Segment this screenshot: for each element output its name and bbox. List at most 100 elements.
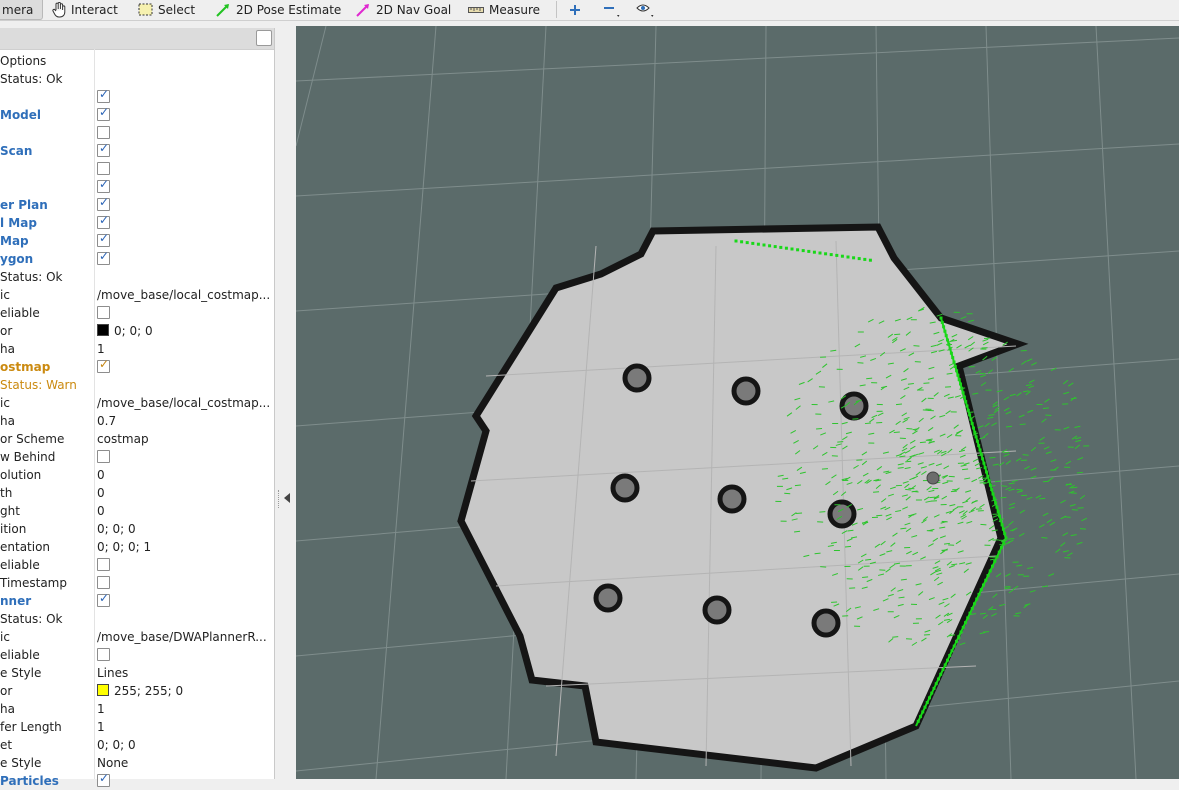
display-row-value[interactable]: 0: [97, 504, 105, 518]
display-checkbox[interactable]: [97, 774, 110, 787]
display-row[interactable]: ic/move_base/local_costmap...: [0, 394, 274, 412]
display-row[interactable]: th0: [0, 484, 274, 502]
display-checkbox[interactable]: [97, 648, 110, 661]
collapse-arrow-icon[interactable]: [284, 493, 290, 503]
display-checkbox[interactable]: [97, 108, 110, 121]
map-scene[interactable]: [296, 26, 1179, 779]
display-row[interactable]: Status: Ok: [0, 70, 274, 88]
display-row[interactable]: ic/move_base/local_costmap...: [0, 286, 274, 304]
display-row-value[interactable]: 1: [97, 720, 105, 734]
display-checkbox[interactable]: [97, 594, 110, 607]
particle-arrow: [997, 390, 1003, 392]
display-row[interactable]: Options: [0, 52, 274, 70]
display-checkbox[interactable]: [97, 216, 110, 229]
splitter-grip[interactable]: [278, 490, 281, 508]
display-row[interactable]: Map: [0, 232, 274, 250]
particle-arrow: [980, 613, 986, 614]
display-row[interactable]: Status: Ok: [0, 268, 274, 286]
display-row-value[interactable]: 1: [97, 342, 105, 356]
display-row-value[interactable]: /move_base/local_costmap...: [97, 396, 270, 410]
display-row[interactable]: ght0: [0, 502, 274, 520]
particle-arrow: [988, 415, 994, 416]
display-row[interactable]: eliable: [0, 646, 274, 664]
panel-splitter[interactable]: [275, 28, 296, 779]
display-row[interactable]: or0; 0; 0: [0, 322, 274, 340]
display-checkbox[interactable]: [97, 126, 110, 139]
display-row-value[interactable]: 0: [97, 468, 105, 482]
display-row-value[interactable]: None: [97, 756, 128, 770]
display-checkbox[interactable]: [97, 576, 110, 589]
display-row-value[interactable]: 0.7: [97, 414, 116, 428]
display-row-value[interactable]: costmap: [97, 432, 149, 446]
display-row[interactable]: [0, 124, 274, 142]
display-row[interactable]: or255; 255; 0: [0, 682, 274, 700]
display-row[interactable]: Particles: [0, 772, 274, 790]
display-checkbox[interactable]: [97, 360, 110, 373]
display-row[interactable]: Timestamp: [0, 574, 274, 592]
display-row[interactable]: l Map: [0, 214, 274, 232]
display-row[interactable]: ition0; 0; 0: [0, 520, 274, 538]
display-row[interactable]: eliable: [0, 556, 274, 574]
display-row[interactable]: w Behind: [0, 448, 274, 466]
display-row[interactable]: [0, 178, 274, 196]
display-row-value[interactable]: Lines: [97, 666, 128, 680]
display-row[interactable]: ygon: [0, 250, 274, 268]
display-row[interactable]: et0; 0; 0: [0, 736, 274, 754]
display-row-value[interactable]: 0; 0; 0: [97, 738, 136, 752]
hand-icon: [52, 2, 66, 18]
tool-2d-pose-estimate[interactable]: 2D Pose Estimate: [216, 0, 341, 19]
display-row-value[interactable]: 0; 0; 0; 1: [97, 540, 151, 554]
display-row[interactable]: ha0.7: [0, 412, 274, 430]
display-checkbox[interactable]: [97, 234, 110, 247]
display-color-value[interactable]: 255; 255; 0: [97, 684, 183, 698]
tool-measure[interactable]: Measure: [468, 0, 540, 19]
display-row[interactable]: olution0: [0, 466, 274, 484]
display-row-value[interactable]: 0; 0; 0: [97, 522, 136, 536]
display-checkbox[interactable]: [97, 450, 110, 463]
display-row[interactable]: entation0; 0; 0; 1: [0, 538, 274, 556]
display-checkbox[interactable]: [97, 252, 110, 265]
display-row[interactable]: ha1: [0, 340, 274, 358]
display-row-value[interactable]: 1: [97, 702, 105, 716]
render-view[interactable]: [296, 26, 1179, 779]
displays-tree: OptionsStatus: OkModelScaner Planl MapMa…: [0, 52, 274, 790]
display-row[interactable]: ostmap: [0, 358, 274, 376]
tool-select[interactable]: Select: [138, 0, 195, 19]
display-row[interactable]: [0, 88, 274, 106]
display-row[interactable]: or Schemecostmap: [0, 430, 274, 448]
particle-arrow: [1050, 522, 1055, 525]
display-row[interactable]: Status: Warn: [0, 376, 274, 394]
display-checkbox[interactable]: [97, 90, 110, 103]
panel-undock-button[interactable]: [256, 30, 272, 46]
display-row-value[interactable]: /move_base/DWAPlannerR...: [97, 630, 267, 644]
display-row-value[interactable]: /move_base/local_costmap...: [97, 288, 270, 302]
panels-view-button[interactable]: [636, 0, 656, 19]
particle-arrow: [1031, 468, 1037, 470]
display-checkbox[interactable]: [97, 306, 110, 319]
display-row[interactable]: Scan: [0, 142, 274, 160]
display-row[interactable]: eliable: [0, 304, 274, 322]
display-row[interactable]: Status: Ok: [0, 610, 274, 628]
display-row[interactable]: [0, 160, 274, 178]
add-tool-button[interactable]: [569, 0, 581, 19]
tool-camera[interactable]: mera: [0, 0, 43, 20]
display-checkbox[interactable]: [97, 162, 110, 175]
display-checkbox[interactable]: [97, 198, 110, 211]
display-row[interactable]: e StyleLines: [0, 664, 274, 682]
tool-2d-nav-goal[interactable]: 2D Nav Goal: [356, 0, 451, 19]
display-row[interactable]: ha1: [0, 700, 274, 718]
display-row[interactable]: e StyleNone: [0, 754, 274, 772]
display-row-value[interactable]: 0: [97, 486, 105, 500]
display-row[interactable]: ic/move_base/DWAPlannerR...: [0, 628, 274, 646]
display-row[interactable]: nner: [0, 592, 274, 610]
tool-interact[interactable]: Interact: [52, 0, 118, 19]
display-row[interactable]: er Plan: [0, 196, 274, 214]
display-color-value[interactable]: 0; 0; 0: [97, 324, 153, 338]
display-row[interactable]: Model: [0, 106, 274, 124]
remove-tool-button[interactable]: [603, 0, 621, 19]
display-row[interactable]: fer Length1: [0, 718, 274, 736]
display-checkbox[interactable]: [97, 558, 110, 571]
display-checkbox[interactable]: [97, 144, 110, 157]
display-checkbox[interactable]: [97, 180, 110, 193]
particle-arrow: [983, 615, 988, 619]
